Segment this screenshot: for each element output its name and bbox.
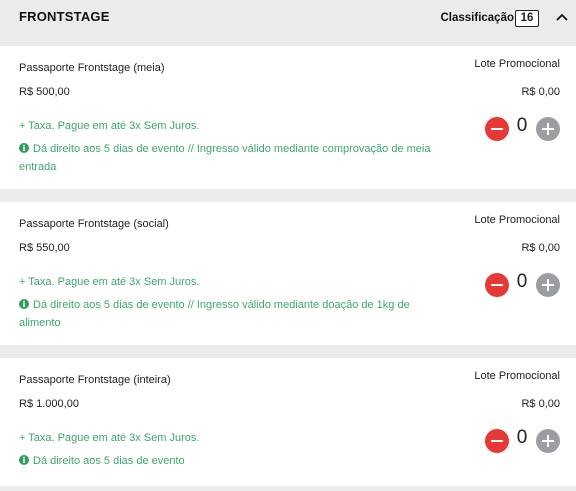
ticket-price: R$ 1.000,00 [19, 398, 79, 410]
ticket-description: i Dá direito aos 5 dias de evento [19, 452, 439, 470]
ticket-fee: R$ 0,00 [521, 398, 560, 410]
ticket-card-inteira: Passaporte Frontstage (inteira) R$ 1.000… [0, 358, 576, 486]
info-icon: i [19, 143, 29, 153]
ticket-description: i Dá direito aos 5 dias de evento // Ingr… [19, 296, 439, 332]
ticket-description-text: Dá direito aos 5 dias de evento // Ingre… [19, 143, 431, 173]
ticket-batch: Lote Promocional [474, 58, 560, 70]
increment-button[interactable] [536, 117, 560, 141]
info-icon: i [19, 455, 29, 465]
ticket-card-social: Passaporte Frontstage (social) R$ 550,00… [0, 202, 576, 345]
ticket-description: i Dá direito aos 5 dias de evento // Ingr… [19, 140, 439, 176]
section-title: FRONTSTAGE [19, 9, 110, 24]
decrement-button[interactable] [485, 117, 509, 141]
ticket-description-text: Dá direito aos 5 dias de evento [33, 455, 185, 467]
ticket-card-meia: Passaporte Frontstage (meia) R$ 500,00 L… [0, 46, 576, 189]
quantity-value: 0 [516, 115, 528, 136]
ticket-fee: R$ 0,00 [521, 242, 560, 254]
ticket-name: Passaporte Frontstage (inteira) [19, 374, 171, 386]
decrement-button[interactable] [485, 273, 509, 297]
chevron-up-icon[interactable] [555, 12, 569, 22]
info-icon: i [19, 299, 29, 309]
ticket-price: R$ 550,00 [19, 242, 70, 254]
increment-button[interactable] [536, 273, 560, 297]
ticket-batch: Lote Promocional [474, 214, 560, 226]
ticket-tax-note: + Taxa. Pague em até 3x Sem Juros. [19, 120, 200, 132]
ticket-batch: Lote Promocional [474, 370, 560, 382]
ticket-tax-note: + Taxa. Pague em até 3x Sem Juros. [19, 276, 200, 288]
quantity-value: 0 [516, 271, 528, 292]
classification-count-badge: 16 [515, 10, 539, 27]
decrement-button[interactable] [485, 429, 509, 453]
ticket-fee: R$ 0,00 [521, 86, 560, 98]
increment-button[interactable] [536, 429, 560, 453]
ticket-name: Passaporte Frontstage (social) [19, 218, 169, 230]
quantity-value: 0 [516, 427, 528, 448]
ticket-name: Passaporte Frontstage (meia) [19, 62, 165, 74]
ticket-description-text: Dá direito aos 5 dias de evento // Ingre… [19, 299, 410, 329]
section-header[interactable]: FRONTSTAGE Classificação 16 [0, 0, 576, 40]
classification-label: Classificação [440, 12, 514, 24]
ticket-tax-note: + Taxa. Pague em até 3x Sem Juros. [19, 432, 200, 444]
ticket-price: R$ 500,00 [19, 86, 70, 98]
